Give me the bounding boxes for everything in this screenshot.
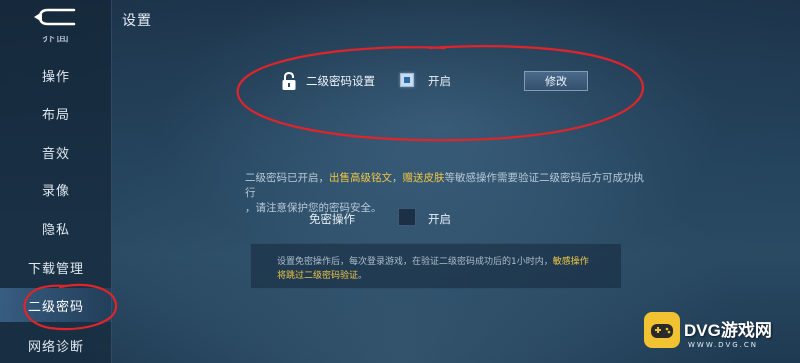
sidebar-item-label: 录像	[41, 183, 70, 199]
secondary-password-on-label: 开启	[428, 74, 451, 88]
sidebar-item-secondary-password[interactable]: 二级密码	[0, 288, 112, 322]
info-highlight-sell-inscription: 出售高级铭文	[329, 172, 392, 184]
sidebar-item-label: 网络诊断	[27, 339, 84, 355]
sidebar: 界面 操作 布局 音效 录像 隐私 下载管理 二级密码 网络诊断	[0, 0, 112, 363]
sidebar-item-label: 下载管理	[27, 261, 84, 277]
sidebar-item-label: 二级密码	[27, 299, 84, 315]
lock-icon	[282, 71, 296, 90]
modify-button[interactable]: 修改	[524, 71, 588, 91]
sidebar-item-label: 音效	[41, 146, 70, 162]
free-operation-on-label: 开启	[428, 212, 451, 226]
info-text: 二级密码已开启，出售高级铭文，赠送皮肤等敏感操作需要验证二级密码后方可成功执行 …	[245, 171, 645, 216]
note-text-end: 。	[358, 271, 368, 281]
sidebar-item-replay[interactable]: 录像	[0, 172, 112, 206]
page-title: 设置	[122, 13, 152, 29]
sidebar-item-label: 布局	[41, 107, 70, 123]
watermark-url: WWW.DVG.CN	[688, 341, 759, 349]
watermark-text: DVG游戏网	[684, 321, 772, 340]
sidebar-item-controls[interactable]: 操作	[0, 58, 112, 92]
back-arrow-icon	[34, 8, 76, 26]
sidebar-item-layout[interactable]: 布局	[0, 96, 112, 130]
note-highlight-sensitive: 敏感操作	[552, 257, 589, 267]
note-text: 设置免密操作后，每次登录游戏，在验证二级密码成功后的1小时内，敏感操作 将跳过二…	[277, 255, 617, 283]
sidebar-item-downloads[interactable]: 下载管理	[0, 250, 112, 284]
info-highlight-gift-skin: 赠送皮肤	[402, 172, 445, 184]
watermark-logo-icon	[644, 312, 680, 348]
sidebar-item-label: 界面	[41, 29, 70, 45]
sidebar-item-sound[interactable]: 音效	[0, 135, 112, 169]
secondary-password-label: 二级密码设置	[306, 74, 375, 88]
info-separator: ，	[392, 172, 403, 184]
free-operation-checkbox[interactable]	[398, 208, 416, 226]
sidebar-item-privacy[interactable]: 隐私	[0, 211, 112, 245]
info-text-part1: 二级密码已开启，	[245, 172, 329, 184]
back-button[interactable]	[30, 8, 80, 26]
free-operation-label: 免密操作	[309, 212, 355, 226]
sidebar-item-label: 操作	[41, 69, 70, 85]
modify-button-label: 修改	[545, 75, 567, 88]
sidebar-item-network-diagnosis[interactable]: 网络诊断	[0, 328, 112, 362]
note-highlight-skip: 将跳过二级密码验证	[277, 271, 359, 281]
sidebar-item-label: 隐私	[41, 222, 70, 238]
watermark: DVG游戏网 WWW.DVG.CN	[644, 310, 794, 356]
secondary-password-checkbox[interactable]	[400, 73, 414, 87]
note-text-part1: 设置免密操作后，每次登录游戏，在验证二级密码成功后的1小时内，	[277, 257, 553, 267]
